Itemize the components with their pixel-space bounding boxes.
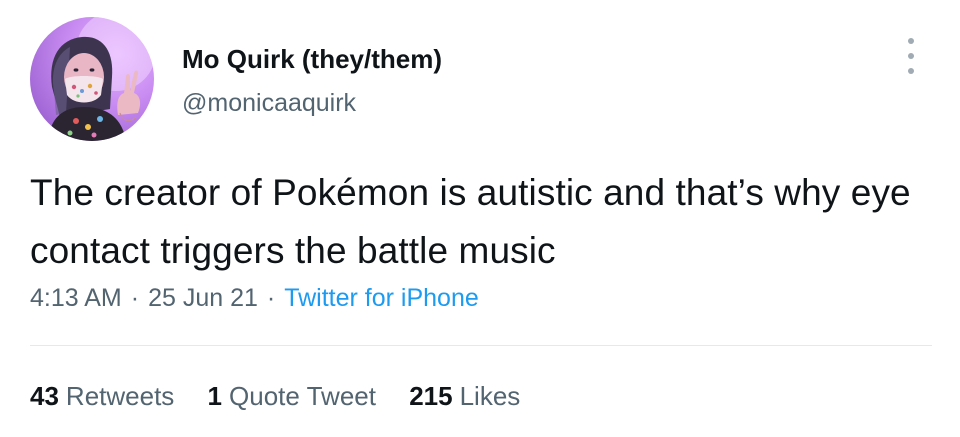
retweets-stat[interactable]: 43 Retweets: [30, 381, 174, 412]
tweet-date[interactable]: 25 Jun 21: [148, 284, 258, 312]
divider: [30, 345, 932, 346]
tweet-card: Mo Quirk (they/them) @monicaaquirk The c…: [0, 0, 960, 437]
quote-tweets-label: Quote Tweet: [229, 381, 376, 411]
more-dot: [908, 38, 914, 44]
quote-tweets-stat[interactable]: 1 Quote Tweet: [208, 381, 376, 412]
quote-tweets-count: 1: [207, 381, 223, 411]
more-dot: [908, 68, 914, 74]
retweets-count: 43: [30, 381, 59, 411]
meta-separator: ·: [130, 284, 140, 312]
display-name[interactable]: Mo Quirk (they/them): [182, 44, 442, 75]
tweet-meta: 4:13 AM · 25 Jun 21 · Twitter for iPhone: [30, 284, 479, 313]
tweet-text: The creator of Pokémon is autistic and t…: [30, 172, 911, 271]
tweet-time[interactable]: 4:13 AM: [30, 284, 122, 312]
meta-separator: ·: [266, 284, 276, 312]
likes-count: 215: [409, 381, 453, 411]
likes-label: Likes: [459, 381, 521, 411]
user-handle[interactable]: @monicaaquirk: [182, 89, 356, 118]
profile-photo-icon: [48, 17, 154, 141]
more-options-icon[interactable]: [896, 38, 926, 74]
retweets-label: Retweets: [65, 381, 175, 411]
tweet-source-link[interactable]: Twitter for iPhone: [284, 284, 479, 312]
tweet-stats: 43 Retweets 1 Quote Tweet 215 Likes: [30, 381, 546, 412]
more-dot: [908, 53, 914, 59]
avatar[interactable]: [30, 17, 154, 141]
likes-stat[interactable]: 215 Likes: [409, 381, 520, 412]
